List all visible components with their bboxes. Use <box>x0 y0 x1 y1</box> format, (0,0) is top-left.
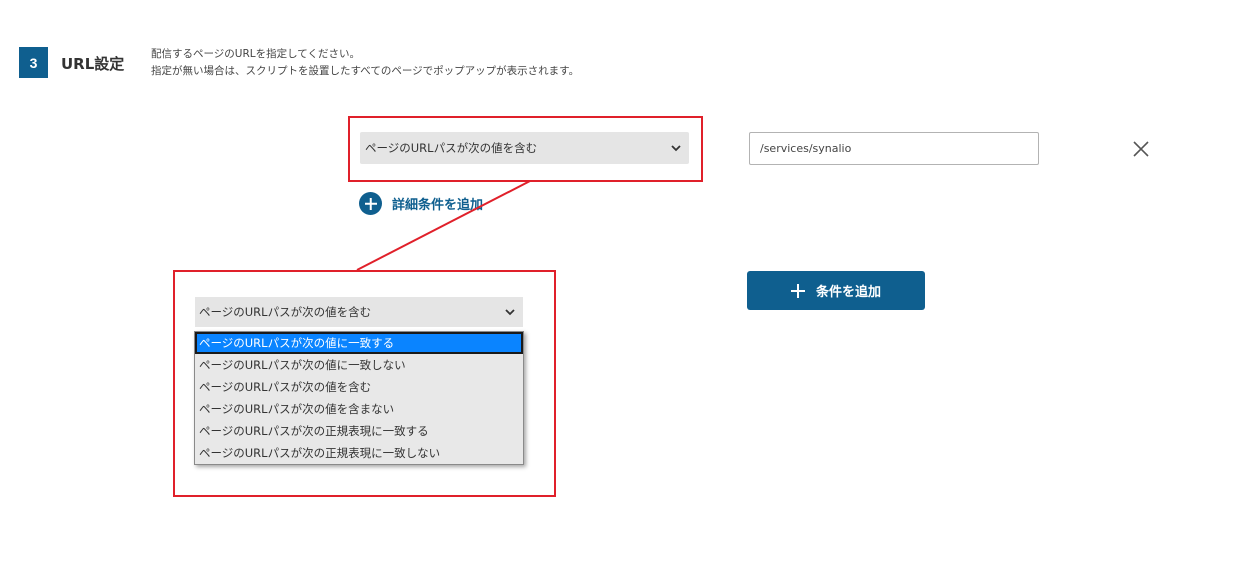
option-item[interactable]: ページのURLパスが次の値を含まない <box>195 398 523 420</box>
highlight-box-select <box>348 116 703 182</box>
add-condition-label: 条件を追加 <box>815 285 881 300</box>
option-item[interactable]: ページのURLパスが次の値に一致しない <box>195 354 523 376</box>
chevron-down-icon <box>505 309 515 316</box>
option-item[interactable]: ページのURLパスが次の正規表現に一致しない <box>195 442 523 464</box>
option-item[interactable]: ページのURLパスが次の値を含む <box>195 376 523 398</box>
condition-options-list: ページのURLパスが次の値に一致する ページのURLパスが次の値に一致しない ペ… <box>194 331 524 465</box>
option-item[interactable]: ページのURLパスが次の値に一致する <box>195 332 523 354</box>
section-description: 配信するページのURLを指定してください。 指定が無い場合は、スクリプトを設置し… <box>151 46 579 80</box>
description-line-2: 指定が無い場合は、スクリプトを設置したすべてのページでポップアップが表示されます… <box>151 65 580 77</box>
plus-icon <box>791 283 806 298</box>
option-item[interactable]: ページのURLパスが次の正規表現に一致する <box>195 420 523 442</box>
close-icon[interactable] <box>1130 138 1152 160</box>
step-number-badge: 3 <box>19 47 48 78</box>
add-detail-label: 詳細条件を追加 <box>392 198 484 213</box>
url-value-input[interactable]: /services/synalio <box>749 132 1039 165</box>
condition-type-select-open[interactable]: ページのURLパスが次の値を含む <box>195 297 523 327</box>
plus-circle-icon <box>359 192 382 215</box>
add-condition-button[interactable]: 条件を追加 <box>747 271 925 310</box>
add-detail-condition-link[interactable]: 詳細条件を追加 <box>359 192 483 215</box>
description-line-1: 配信するページのURLを指定してください。 <box>151 48 360 60</box>
condition-type-value: ページのURLパスが次の値を含む <box>199 305 372 319</box>
section-title: URL設定 <box>61 55 125 73</box>
